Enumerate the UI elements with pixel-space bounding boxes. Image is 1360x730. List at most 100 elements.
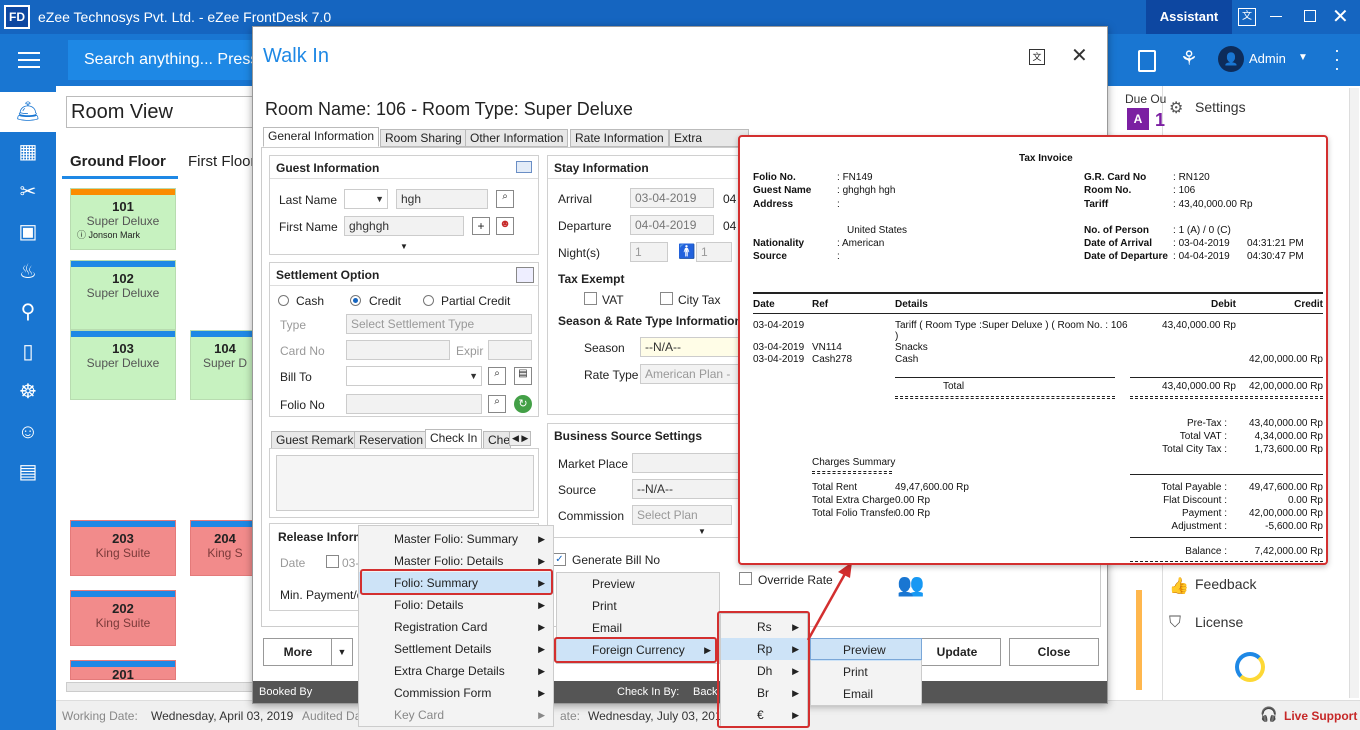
- admin-label[interactable]: Admin: [1249, 51, 1286, 66]
- tab-scroll-buttons[interactable]: ◀ ▶: [509, 431, 532, 446]
- first-name-field[interactable]: ghghgh: [344, 216, 464, 236]
- menu-item[interactable]: Extra Charge Details ▶: [359, 660, 553, 682]
- close-window-icon[interactable]: ✕: [1332, 4, 1349, 29]
- generate-bill-checkbox[interactable]: ✓: [553, 553, 566, 566]
- room-card[interactable]: 101 Super Deluxe ⓘ Jonson Mark: [70, 188, 176, 250]
- notes-icon[interactable]: [1138, 50, 1156, 72]
- expand-icon[interactable]: ▼: [400, 242, 408, 251]
- guest-profile-icon[interactable]: ☻: [496, 217, 514, 235]
- nav-room-view-icon[interactable]: 🛎: [0, 92, 56, 132]
- tab-extra-charge[interactable]: Extra Charge: [669, 129, 749, 147]
- departure-field[interactable]: 04-04-2019: [630, 215, 714, 235]
- expand-icon[interactable]: ▼: [698, 527, 706, 536]
- refresh-icon[interactable]: ↻: [514, 395, 532, 413]
- market-place-select[interactable]: [632, 453, 742, 473]
- housekeeping-icon[interactable]: ⚘: [1180, 46, 1198, 71]
- nav-person-icon[interactable]: ☺: [14, 418, 42, 446]
- tab-first-floor[interactable]: First Floor: [188, 153, 256, 170]
- translate-icon[interactable]: 文: [1029, 49, 1045, 65]
- action-item-print[interactable]: Print: [811, 661, 921, 683]
- minimize-icon[interactable]: [1270, 16, 1282, 17]
- nav-tools-icon[interactable]: ✂: [14, 178, 42, 206]
- menu-item[interactable]: Registration Card ▶: [359, 616, 553, 638]
- nav-guest-icon[interactable]: ▣: [14, 218, 42, 246]
- tab-reservation[interactable]: Reservation: [354, 431, 429, 449]
- nav-restaurant-icon[interactable]: ⚲: [14, 298, 42, 326]
- room-view-select[interactable]: Room View: [66, 96, 256, 128]
- guest-card-icon[interactable]: [516, 161, 532, 173]
- nights-field[interactable]: 1: [630, 242, 668, 262]
- room-card[interactable]: 201: [70, 660, 176, 680]
- settings-link[interactable]: Settings: [1195, 99, 1246, 115]
- expiry-field[interactable]: [488, 340, 532, 360]
- bill-to-select[interactable]: ▼: [346, 366, 482, 386]
- city-tax-checkbox[interactable]: [660, 292, 673, 305]
- submenu-item-email[interactable]: Email: [557, 617, 719, 639]
- menu-item[interactable]: Settlement Details ▶: [359, 638, 553, 660]
- arrival-field[interactable]: 03-04-2019: [630, 188, 714, 208]
- room-card[interactable]: 104 Super D: [190, 330, 260, 400]
- season-field[interactable]: --N/A--: [640, 337, 740, 357]
- tab-ground-floor[interactable]: Ground Floor: [70, 153, 166, 170]
- submenu-item-print[interactable]: Print: [557, 595, 719, 617]
- menu-item[interactable]: Commission Form ▶: [359, 682, 553, 704]
- live-support-link[interactable]: Live Support: [1284, 709, 1357, 723]
- hamburger-icon[interactable]: [18, 52, 40, 68]
- pax-field[interactable]: 1: [696, 242, 732, 262]
- vat-checkbox[interactable]: [584, 292, 597, 305]
- nav-door-icon[interactable]: ▯: [14, 338, 42, 366]
- rate-type-field[interactable]: American Plan -G: [640, 364, 740, 384]
- lookup-icon[interactable]: ⌕: [496, 190, 514, 208]
- tab-checkout[interactable]: Che: [483, 431, 511, 449]
- override-rate-checkbox[interactable]: [739, 572, 752, 585]
- update-button[interactable]: Update: [913, 638, 1001, 666]
- credit-radio[interactable]: [350, 295, 361, 306]
- tab-room-sharing[interactable]: Room Sharing: [380, 129, 467, 147]
- menu-item[interactable]: Master Folio: Summary ▶: [359, 528, 553, 550]
- more-button[interactable]: More: [263, 638, 333, 666]
- last-name-field[interactable]: hgh: [396, 189, 488, 209]
- source-select[interactable]: --N/A--: [632, 479, 742, 499]
- nav-laundry-icon[interactable]: ♨: [14, 258, 42, 286]
- arrival-time[interactable]: 04: [723, 192, 736, 206]
- vertical-scrollbar[interactable]: [1349, 88, 1359, 698]
- bill-to-lookup-icon[interactable]: ⌕: [488, 367, 506, 385]
- commission-select[interactable]: Select Plan: [632, 505, 732, 525]
- title-select[interactable]: ▼: [344, 189, 388, 209]
- departure-time[interactable]: 04: [723, 219, 736, 233]
- translate-icon[interactable]: 文: [1238, 8, 1256, 26]
- action-item-email[interactable]: Email: [811, 683, 921, 705]
- card-no-field[interactable]: [346, 340, 450, 360]
- room-card[interactable]: 204 King S: [190, 520, 260, 576]
- tab-guest-remark[interactable]: Guest Remark: [271, 431, 359, 449]
- partial-credit-radio[interactable]: [423, 295, 434, 306]
- add-icon[interactable]: +: [472, 217, 490, 235]
- room-card[interactable]: 202 King Suite: [70, 590, 176, 646]
- more-dropdown-button[interactable]: ▼: [331, 638, 353, 666]
- cash-radio[interactable]: [278, 295, 289, 306]
- release-date-checkbox[interactable]: [326, 555, 339, 568]
- close-button[interactable]: Close: [1009, 638, 1099, 666]
- tab-general-information[interactable]: General Information: [263, 127, 380, 147]
- bill-to-add-icon[interactable]: ▤: [514, 367, 532, 385]
- avatar[interactable]: 👤: [1218, 46, 1244, 72]
- settlement-type-select[interactable]: Select Settlement Type: [346, 314, 532, 334]
- assistant-button[interactable]: Assistant: [1146, 0, 1232, 34]
- tab-rate-information[interactable]: Rate Information: [570, 129, 669, 147]
- maximize-icon[interactable]: [1304, 10, 1316, 22]
- menu-item[interactable]: Folio: Details ▶: [359, 594, 553, 616]
- search-input[interactable]: Search anything... Press: [68, 40, 258, 80]
- menu-item[interactable]: Key Card ▶: [359, 704, 553, 726]
- close-icon[interactable]: ✕: [1071, 43, 1088, 68]
- folio-no-field[interactable]: [346, 394, 482, 414]
- folio-lookup-icon[interactable]: ⌕: [488, 395, 506, 413]
- remark-textarea[interactable]: [276, 455, 534, 511]
- more-vertical-icon[interactable]: · · ·: [1334, 41, 1340, 77]
- submenu-item-preview[interactable]: Preview: [557, 573, 719, 595]
- feedback-link[interactable]: Feedback: [1195, 576, 1256, 592]
- tab-other-information[interactable]: Other Information: [465, 129, 569, 147]
- nav-reservation-icon[interactable]: ▦: [14, 138, 42, 166]
- room-card[interactable]: 102 Super Deluxe: [70, 260, 176, 330]
- nav-staff-icon[interactable]: ☸: [14, 378, 42, 406]
- tab-check-in[interactable]: Check In: [425, 429, 483, 449]
